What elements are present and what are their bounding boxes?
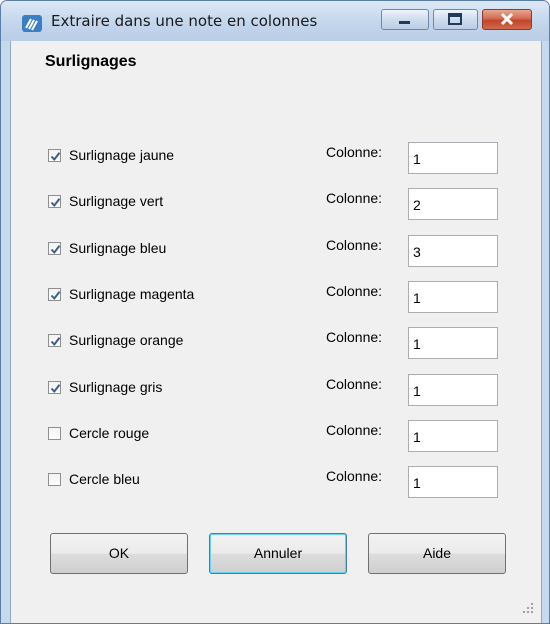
highlight-checkbox[interactable] <box>48 149 61 162</box>
close-icon <box>500 12 514 26</box>
highlight-checkbox-label[interactable]: Surlignage orange <box>69 332 183 348</box>
help-button[interactable]: Aide <box>368 533 506 574</box>
section-title: Surlignages <box>45 53 137 70</box>
highlight-checkbox[interactable] <box>48 426 61 440</box>
column-label: Colonne: <box>326 144 383 160</box>
highlight-row: Surlignage orange Colonne: 1 <box>48 326 498 360</box>
checkmark-icon <box>50 383 61 393</box>
column-label: Colonne: <box>326 375 383 392</box>
highlight-checkbox-label[interactable]: Surlignage bleu <box>69 240 166 256</box>
highlight-row: Surlignage bleu Colonne: 3 <box>48 234 498 267</box>
highlight-checkbox[interactable] <box>48 287 61 301</box>
highlight-checkbox[interactable] <box>48 380 61 394</box>
highlight-checkbox-label[interactable]: Surlignage vert <box>69 193 163 209</box>
highlight-checkbox-label[interactable]: Surlignage magenta <box>69 286 194 302</box>
highlight-checkbox[interactable] <box>48 241 61 255</box>
column-input[interactable]: 1 <box>408 419 498 452</box>
column-label: Colonne: <box>326 190 383 207</box>
highlight-checkbox-label[interactable]: Cercle bleu <box>69 471 140 487</box>
column-label: Colonne: <box>326 421 383 438</box>
column-label: Colonne: <box>326 236 383 253</box>
column-label: Colonne: <box>326 329 383 346</box>
column-input[interactable]: 3 <box>408 234 498 267</box>
dialog-window: Extraire dans une note en colonnes Surli… <box>0 0 550 624</box>
ok-button[interactable]: OK <box>50 533 188 574</box>
highlight-row: Surlignage magenta Colonne: 1 <box>48 280 498 313</box>
column-input[interactable]: 1 <box>408 327 498 360</box>
minimize-button[interactable] <box>381 9 429 30</box>
minimize-icon <box>399 21 410 24</box>
highlight-row: Cercle rouge Colonne: 1 <box>48 419 498 452</box>
window-title: Extraire dans une note en colonnes <box>51 12 318 30</box>
maximize-icon <box>448 13 462 25</box>
highlight-checkbox-label[interactable]: Surlignage jaune <box>69 147 174 163</box>
checkmark-icon <box>50 198 61 208</box>
maximize-button[interactable] <box>433 9 478 30</box>
title-bar[interactable]: Extraire dans une note en colonnes <box>1 1 549 41</box>
column-label: Colonne: <box>326 282 383 299</box>
column-input[interactable]: 1 <box>408 280 498 313</box>
column-label: Colonne: <box>326 468 383 485</box>
checkmark-icon <box>50 244 61 254</box>
resize-grip-icon[interactable] <box>521 601 535 615</box>
highlight-checkbox[interactable] <box>48 473 61 487</box>
checkmark-icon <box>50 291 61 300</box>
highlight-checkbox-label[interactable]: Cercle rouge <box>69 425 149 441</box>
column-input[interactable]: 1 <box>408 373 498 406</box>
column-input[interactable]: 2 <box>408 188 498 221</box>
highlight-checkbox[interactable] <box>48 195 61 209</box>
highlight-row: Surlignage jaune Colonne: 1 <box>48 141 498 174</box>
column-input[interactable]: 1 <box>408 142 498 174</box>
checkmark-icon <box>50 152 61 162</box>
highlight-row: Surlignage gris Colonne: 1 <box>48 373 498 406</box>
highlight-checkbox-label[interactable]: Surlignage gris <box>69 379 162 395</box>
checkmark-icon <box>50 337 61 347</box>
column-input[interactable]: 1 <box>408 466 498 499</box>
highlight-row: Cercle bleu Colonne: 1 <box>48 465 498 499</box>
app-icon <box>22 15 42 32</box>
highlight-checkbox[interactable] <box>48 334 61 348</box>
highlight-row: Surlignage vert Colonne: 2 <box>48 187 498 221</box>
close-button[interactable] <box>482 9 532 30</box>
cancel-button[interactable]: Annuler <box>209 533 347 574</box>
